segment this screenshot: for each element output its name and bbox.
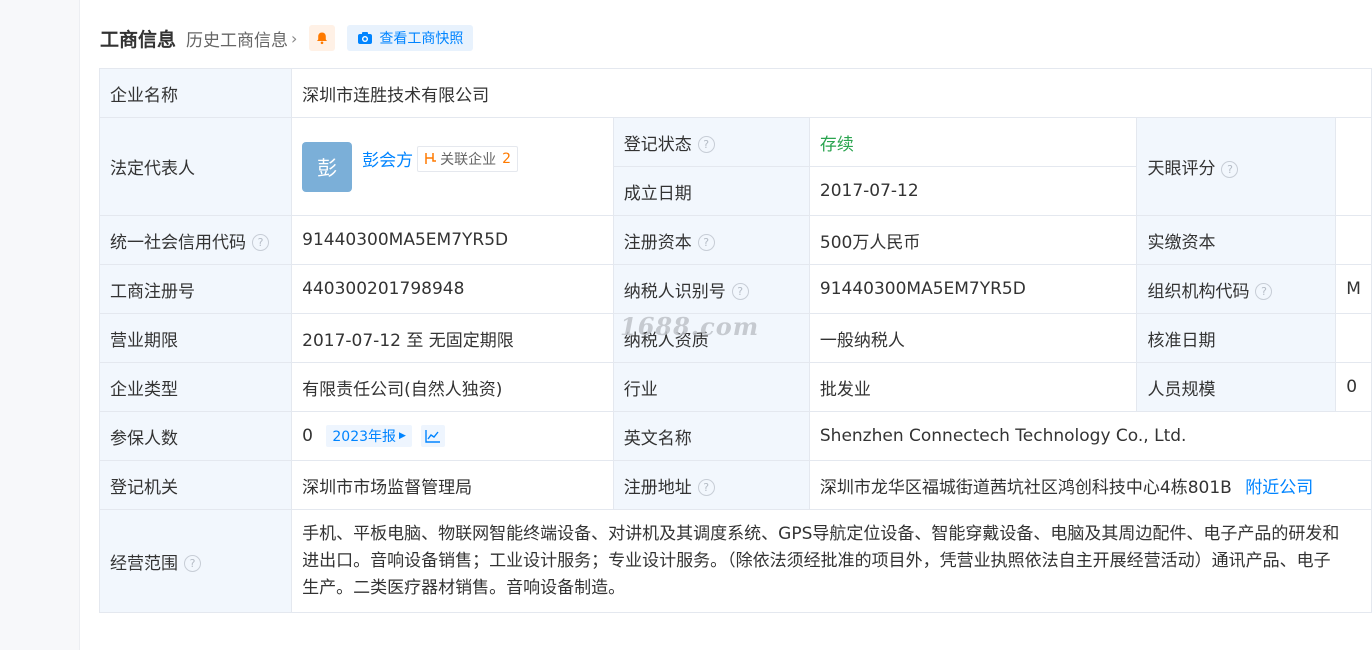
staff-scale-value: 0: [1335, 362, 1372, 412]
scope-line: 进出口。音响设备销售；工业设计服务；专业设计服务。（除依法须经批准的项目外，凭营…: [302, 550, 1331, 571]
approve-date-value: [1335, 313, 1372, 363]
table-row: 企业类型 有限责任公司(自然人独资) 行业 批发业 人员规模 0: [98, 362, 1372, 412]
annual-report-button[interactable]: 2023年报 ▶: [326, 425, 412, 447]
table-row: 登记机关 深圳市市场监督管理局 注册地址? 深圳市龙华区福城街道茜坑社区鸿创科技…: [98, 460, 1372, 510]
watermark: 1688.com: [620, 312, 760, 341]
type-value: 有限责任公司(自然人独资): [291, 362, 614, 412]
related-label: 关联企业: [440, 151, 497, 168]
english-name-label: 英文名称: [612, 411, 810, 461]
address-cell: 深圳市龙华区福城街道茜坑社区鸿创科技中心4栋801B 附近公司: [808, 460, 1372, 510]
help-icon[interactable]: ?: [1221, 160, 1239, 178]
industry-value: 批发业: [808, 362, 1138, 412]
taxpayer-id-label-cell: 纳税人识别号?: [612, 264, 810, 314]
insured-cell: 0 2023年报 ▶: [291, 411, 614, 461]
snapshot-button[interactable]: 查看工商快照: [347, 25, 474, 51]
trend-chart-icon: [425, 430, 441, 443]
org-code-label-cell: 组织机构代码?: [1136, 264, 1337, 314]
insured-value: 0: [302, 426, 313, 446]
nearby-companies-link[interactable]: 附近公司: [1245, 478, 1313, 498]
table-row: 经营范围? 手机、平板电脑、物联网智能终端设备、对讲机及其调度系统、GPS导航定…: [98, 509, 1372, 613]
credit-code-value: 91440300MA5EM7YR5D: [291, 215, 614, 265]
reg-status-label: 登记状态: [623, 134, 692, 155]
section-header: 工商信息 历史工商信息 › 查看工商快照: [100, 24, 474, 52]
annual-report-label: 2023年报: [332, 429, 397, 445]
type-label: 企业类型: [98, 362, 293, 412]
help-icon[interactable]: ?: [731, 283, 749, 300]
staff-scale-label: 人员规模: [1136, 362, 1337, 412]
legal-rep-cell: 彭 彭会方 关联企业 2: [291, 117, 614, 216]
found-date-value: 2017-07-12: [808, 166, 1138, 216]
found-date-label: 成立日期: [612, 166, 810, 216]
authority-value: 深圳市市场监督管理局: [291, 460, 614, 510]
taxpayer-qual-value: 一般纳税人: [808, 313, 1138, 363]
table-row: 工商注册号 440300201798948 纳税人识别号? 91440300MA…: [98, 264, 1372, 314]
help-icon[interactable]: ?: [184, 555, 201, 572]
company-name-value: 深圳市连胜技术有限公司: [291, 68, 1372, 118]
bell-icon: [317, 32, 328, 45]
reg-status-value: 存续: [808, 117, 1138, 167]
term-label: 营业期限: [98, 313, 293, 363]
reg-status-label-cell: 登记状态?: [612, 117, 810, 167]
scope-value: 手机、平板电脑、物联网智能终端设备、对讲机及其调度系统、GPS导航定位设备、智能…: [291, 509, 1372, 613]
table-row: 参保人数 0 2023年报 ▶ 英文名称 Shenzhen Connectech…: [98, 411, 1372, 461]
help-icon[interactable]: ?: [697, 136, 715, 153]
section-title: 工商信息: [100, 28, 177, 51]
history-link[interactable]: 历史工商信息 ›: [186, 26, 297, 51]
tianyan-label: 天眼评分: [1147, 159, 1216, 179]
english-name-value: Shenzhen Connectech Technology Co., Ltd.: [808, 411, 1372, 461]
camera-icon: [358, 32, 373, 44]
table-row: 统一社会信用代码? 91440300MA5EM7YR5D 注册资本? 500万人…: [98, 215, 1372, 265]
help-icon[interactable]: ?: [697, 479, 715, 496]
related-count: 2: [502, 150, 512, 167]
reg-capital-value: 500万人民币: [808, 215, 1138, 265]
triangle-right-icon: ▶: [399, 431, 406, 441]
scope-line: 生产。二类医疗器材销售。音响设备制造。: [302, 577, 626, 598]
help-icon[interactable]: ?: [697, 234, 715, 251]
reg-no-value: 440300201798948: [291, 264, 614, 314]
credit-code-label-cell: 统一社会信用代码?: [98, 215, 293, 265]
table-row: 法定代表人 彭 彭会方 关联企业 2 登记状态? 存续 天眼评分?: [98, 117, 1372, 216]
org-code-value: M: [1335, 264, 1372, 314]
reg-capital-label: 注册资本: [623, 232, 692, 253]
trend-button[interactable]: [421, 425, 446, 447]
industry-label: 行业: [612, 362, 810, 412]
address-label: 注册地址: [623, 477, 692, 498]
scope-label-cell: 经营范围?: [98, 509, 293, 613]
org-code-label: 组织机构代码: [1147, 281, 1250, 302]
bell-button[interactable]: [309, 25, 336, 51]
help-icon[interactable]: ?: [252, 234, 269, 251]
help-icon[interactable]: ?: [1255, 283, 1273, 300]
legal-rep-name-link[interactable]: 彭会方: [362, 146, 413, 171]
scope-line: 手机、平板电脑、物联网智能终端设备、对讲机及其调度系统、GPS导航定位设备、智能…: [302, 523, 1340, 544]
paid-capital-value: [1335, 215, 1372, 265]
credit-code-label: 统一社会信用代码: [110, 232, 246, 253]
company-name-label: 企业名称: [98, 68, 293, 118]
table-row: 企业名称 深圳市连胜技术有限公司: [98, 68, 1372, 118]
taxpayer-id-value: 91440300MA5EM7YR5D: [808, 264, 1138, 314]
avatar[interactable]: 彭: [302, 141, 353, 192]
address-value: 深圳市龙华区福城街道茜坑社区鸿创科技中心4栋801B: [819, 477, 1232, 498]
history-label: 历史工商信息: [186, 30, 289, 51]
scope-label: 经营范围: [110, 553, 178, 574]
legal-rep-label: 法定代表人: [98, 117, 293, 216]
chevron-right-icon: ›: [291, 28, 298, 48]
reg-no-label: 工商注册号: [98, 264, 293, 314]
term-value: 2017-07-12 至 无固定期限: [291, 313, 614, 363]
approve-date-label: 核准日期: [1136, 313, 1337, 363]
tianyan-value: [1335, 117, 1372, 216]
address-label-cell: 注册地址?: [612, 460, 810, 510]
reg-capital-label-cell: 注册资本?: [612, 215, 810, 265]
tianyan-label-cell: 天眼评分?: [1136, 117, 1337, 216]
insured-label: 参保人数: [98, 411, 293, 461]
relation-icon: [425, 153, 437, 164]
authority-label: 登记机关: [98, 460, 293, 510]
related-company-tag[interactable]: 关联企业 2: [417, 145, 519, 172]
taxpayer-id-label: 纳税人识别号: [623, 281, 726, 302]
snapshot-label: 查看工商快照: [379, 31, 464, 47]
paid-capital-label: 实缴资本: [1136, 215, 1337, 265]
